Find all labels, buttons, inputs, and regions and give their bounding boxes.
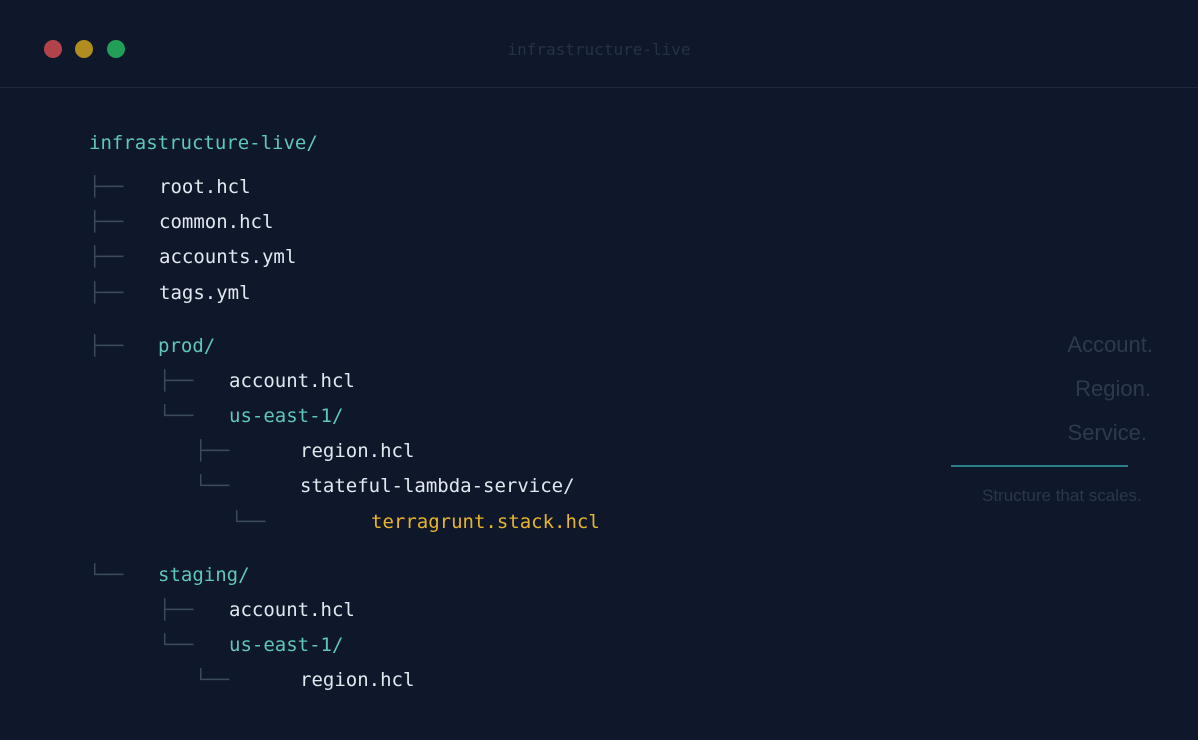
tree-branch-connector: ├── xyxy=(89,246,124,268)
tree-branch-connector: ├── xyxy=(89,282,124,304)
tree-branch-connector: ├── xyxy=(195,440,230,462)
tree-branch-connector: └── xyxy=(231,511,266,533)
tree-item-prod-region-hcl[interactable]: region.hcl xyxy=(300,439,414,463)
tree-dir-staging-us-east-1[interactable]: us-east-1/ xyxy=(229,633,343,657)
tree-dir-prod-us-east-1[interactable]: us-east-1/ xyxy=(229,404,343,428)
tree-dir-stateful-lambda-service[interactable]: stateful-lambda-service/ xyxy=(300,474,575,498)
tree-item-tags-yml[interactable]: tags.yml xyxy=(159,281,251,305)
tree-item-staging-account-hcl[interactable]: account.hcl xyxy=(229,598,355,622)
tree-dir-staging[interactable]: staging/ xyxy=(158,563,250,587)
tree-branch-connector: ├── xyxy=(89,335,124,357)
tree-item-root-hcl[interactable]: root.hcl xyxy=(159,175,251,199)
tree-item-accounts-yml[interactable]: accounts.yml xyxy=(159,245,296,269)
tree-branch-connector: └── xyxy=(89,564,124,586)
caption-word-account: Account. xyxy=(1067,332,1153,357)
tree-branch-connector: └── xyxy=(159,405,194,427)
caption-word-service: Service. xyxy=(1067,420,1147,445)
title-bar: infrastructure-live xyxy=(0,0,1198,88)
tree-branch-connector: ├── xyxy=(159,599,194,621)
caption-divider xyxy=(951,465,1128,467)
tree-branch-connector: └── xyxy=(159,634,194,656)
tree-item-common-hcl[interactable]: common.hcl xyxy=(159,210,273,234)
tree-branch-connector: ├── xyxy=(89,176,124,198)
caption-tagline: Structure that scales. xyxy=(982,486,1142,505)
tree-branch-connector: └── xyxy=(195,669,230,691)
tree-item-staging-region-hcl[interactable]: region.hcl xyxy=(300,668,414,692)
tree-branch-connector: └── xyxy=(195,475,230,497)
tree-branch-connector: ├── xyxy=(89,211,124,233)
tree-item-terragrunt-stack-hcl[interactable]: terragrunt.stack.hcl xyxy=(371,510,600,534)
tree-root-dir[interactable]: infrastructure-live/ xyxy=(89,131,318,155)
window-title: infrastructure-live xyxy=(507,40,691,59)
tree-branch-connector: ├── xyxy=(159,370,194,392)
tree-item-prod-account-hcl[interactable]: account.hcl xyxy=(229,369,355,393)
tree-dir-prod[interactable]: prod/ xyxy=(158,334,215,358)
caption-word-region: Region. xyxy=(1075,376,1151,401)
